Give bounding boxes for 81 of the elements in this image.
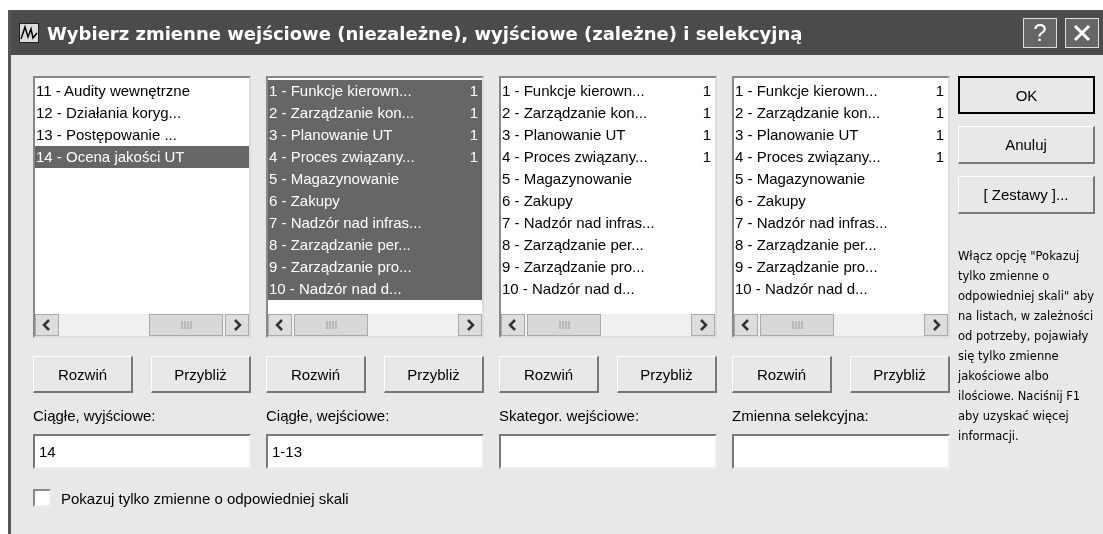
list-item[interactable]: 10 - Nadzór nad d... xyxy=(268,278,482,300)
scroll-thumb[interactable] xyxy=(149,314,223,336)
help-button[interactable]: ? xyxy=(1023,18,1057,48)
list-item[interactable]: 9 - Zarządzanie pro... xyxy=(734,256,948,278)
list-item[interactable]: 8 - Zarządzanie per... xyxy=(734,234,948,256)
list-item[interactable]: 13 - Postępowanie ... xyxy=(35,124,249,146)
list-item[interactable]: 10 - Nadzór nad d... xyxy=(734,278,948,300)
scroll-thumb[interactable] xyxy=(527,314,601,336)
dialog-button[interactable]: OK xyxy=(958,76,1095,114)
list-item[interactable]: 6 - Zakupy xyxy=(501,190,715,212)
horizontal-scrollbar[interactable] xyxy=(501,314,715,336)
dialog-button[interactable]: Anuluj xyxy=(958,126,1095,164)
list-button[interactable]: Przybliż xyxy=(850,356,950,393)
list-item[interactable]: 12 - Działania koryg... xyxy=(35,102,249,124)
list-item[interactable]: 6 - Zakupy xyxy=(268,190,482,212)
list-item[interactable]: 8 - Zarządzanie per... xyxy=(501,234,715,256)
list-button[interactable]: Rozwiń xyxy=(499,356,599,393)
horizontal-scrollbar[interactable] xyxy=(734,314,948,336)
scroll-left-button[interactable] xyxy=(268,314,292,336)
list-item[interactable]: 9 - Zarządzanie pro... xyxy=(268,256,482,278)
list-item[interactable]: 14 - Ocena jakości UT xyxy=(35,146,249,168)
list-item[interactable]: 3 - Planowanie UT 1 xyxy=(268,124,482,146)
scroll-right-button[interactable] xyxy=(458,314,482,336)
list-item[interactable]: 2 - Zarządzanie kon... 1 xyxy=(268,102,482,124)
horizontal-scrollbar[interactable] xyxy=(268,314,482,336)
list-item[interactable]: 4 - Proces związany... 1 xyxy=(734,146,948,168)
scroll-right-button[interactable] xyxy=(225,314,249,336)
list-item[interactable]: 5 - Magazynowanie xyxy=(501,168,715,190)
grip-icon xyxy=(325,321,337,329)
input-field[interactable]: 1-13 xyxy=(266,434,484,469)
list-item[interactable]: 10 - Nadzór nad d... xyxy=(501,278,715,300)
list-button[interactable]: Przybliż xyxy=(617,356,717,393)
list-item[interactable]: 5 - Magazynowanie xyxy=(734,168,948,190)
list-item[interactable]: 1 - Funkcje kierown... 1 xyxy=(501,80,715,102)
list-item[interactable]: 5 - Magazynowanie xyxy=(268,168,482,190)
grip-icon xyxy=(791,321,803,329)
list-item[interactable]: 7 - Nadzór nad infras... xyxy=(268,212,482,234)
hint-text: Włącz opcję "Pokazuj tylko zmienne o odpowiedniej skali" aby na listach, w zależności od potrzeby, pojawiały się tylko zmienne jakościowe albo ilościowe. Naciśnij F1 aby uzyskać więcej informacji. xyxy=(958,248,1095,445)
list-button[interactable]: Rozwiń xyxy=(266,356,366,393)
grip-icon xyxy=(180,321,192,329)
list-button[interactable]: Przybliż xyxy=(384,356,484,393)
field-label: Zmienna selekcyjna: xyxy=(732,407,870,424)
grip-icon xyxy=(558,321,570,329)
scroll-left-button[interactable] xyxy=(734,314,758,336)
scroll-thumb[interactable] xyxy=(294,314,368,336)
list-item[interactable]: 3 - Planowanie UT 1 xyxy=(734,124,948,146)
list-item[interactable]: 9 - Zarządzanie pro... xyxy=(501,256,715,278)
close-icon xyxy=(1072,23,1092,43)
list-item[interactable]: 8 - Zarządzanie per... xyxy=(268,234,482,256)
list-item[interactable]: 1 - Funkcje kierown... 1 xyxy=(734,80,948,102)
dialog-button[interactable]: [ Zestawy ]... xyxy=(958,176,1095,214)
list-item[interactable]: 4 - Proces związany... 1 xyxy=(268,146,482,168)
list-button[interactable]: Przybliż xyxy=(151,356,251,393)
list-button[interactable]: Rozwiń xyxy=(33,356,133,393)
checkbox-label[interactable]: Pokazuj tylko zmienne o odpowiedniej skali xyxy=(61,489,349,507)
scroll-left-button[interactable] xyxy=(35,314,59,336)
list-item[interactable]: 11 - Audity wewnętrzne xyxy=(35,80,249,102)
scroll-right-button[interactable] xyxy=(924,314,948,336)
field-label: Ciągłe, wyjściowe: xyxy=(33,407,157,424)
checkbox[interactable] xyxy=(33,489,51,507)
list-item[interactable]: 7 - Nadzór nad infras... xyxy=(501,212,715,234)
chart-icon xyxy=(19,23,39,43)
scroll-left-button[interactable] xyxy=(501,314,525,336)
list-item[interactable]: 3 - Planowanie UT 1 xyxy=(501,124,715,146)
horizontal-scrollbar[interactable] xyxy=(35,314,249,336)
scroll-right-button[interactable] xyxy=(691,314,715,336)
close-button[interactable] xyxy=(1065,18,1099,48)
window-title: Wybierz zmienne wejściowe (niezależne), wyjściowe (zależne) i selekcyjną xyxy=(47,22,804,44)
field-label: Ciągłe, wejściowe: xyxy=(266,407,391,424)
list-item[interactable]: 2 - Zarządzanie kon... 1 xyxy=(501,102,715,124)
input-field[interactable] xyxy=(499,434,717,469)
scroll-thumb[interactable] xyxy=(760,314,834,336)
field-label: Skategor. wejściowe: xyxy=(499,407,641,424)
list-item[interactable]: 2 - Zarządzanie kon... 1 xyxy=(734,102,948,124)
list-item[interactable]: 7 - Nadzór nad infras... xyxy=(734,212,948,234)
list-item[interactable]: 6 - Zakupy xyxy=(734,190,948,212)
input-field[interactable] xyxy=(732,434,950,469)
list-button[interactable]: Rozwiń xyxy=(732,356,832,393)
input-field[interactable]: 14 xyxy=(33,434,251,469)
list-item[interactable]: 1 - Funkcje kierown... 1 xyxy=(268,80,482,102)
list-item[interactable]: 4 - Proces związany... 1 xyxy=(501,146,715,168)
